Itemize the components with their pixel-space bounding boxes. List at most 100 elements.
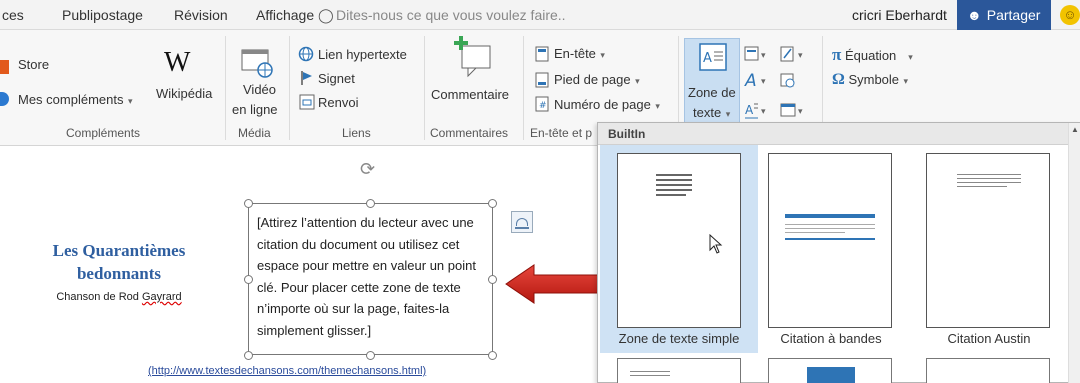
feedback-smiley-icon[interactable]: ☺: [1060, 5, 1080, 25]
resize-handle[interactable]: [244, 275, 253, 284]
gallery-item-label: Citation Austin: [947, 331, 1031, 346]
svg-text:A: A: [745, 103, 754, 117]
commentaire-button[interactable]: Commentaire: [431, 87, 509, 102]
scroll-up-icon[interactable]: ▲: [1071, 125, 1079, 134]
text-box-gallery: BuiltIn Zone de texte simple Citation à …: [597, 122, 1080, 383]
thumbnail-line: [656, 174, 692, 176]
pied-de-page-label: Pied de page: [554, 72, 631, 87]
video-label-1[interactable]: Vidéo: [243, 82, 276, 97]
thumbnail-line: [957, 182, 1021, 183]
document-page: Les Quarantièmes bedonnants Chanson de R…: [0, 147, 601, 383]
layout-options-icon[interactable]: [511, 211, 533, 233]
svg-text:▾: ▾: [798, 51, 803, 61]
thumbnail-row2-3[interactable]: [926, 358, 1050, 383]
group-label-commentaires: Commentaires: [430, 126, 509, 140]
pi-icon: π: [832, 45, 842, 64]
gallery-item-label: Citation à bandes: [780, 331, 882, 346]
thumbnail-line: [957, 178, 1021, 179]
symbole-button[interactable]: Ω Symbole ▾: [832, 71, 908, 89]
gallery-item-citation-a-bandes[interactable]: Citation à bandes: [760, 145, 918, 353]
signet-button[interactable]: Signet: [318, 71, 355, 86]
pied-de-page-button[interactable]: Pied de page ▾: [554, 72, 640, 87]
online-video-icon: [241, 49, 273, 78]
thumbnail-line: [785, 232, 845, 233]
rotate-handle-icon[interactable]: ⟳: [360, 159, 378, 181]
svg-text:A: A: [703, 51, 712, 66]
svg-text:▾: ▾: [761, 77, 766, 87]
hyperlink-globe-icon: [298, 46, 314, 62]
source-link[interactable]: (http://www.textesdechansons.com/themech…: [148, 365, 426, 377]
chevron-down-icon: ▾: [632, 76, 640, 86]
renvoi-button[interactable]: Renvoi: [318, 95, 358, 110]
subtitle-prefix: Chanson de Rod: [56, 291, 142, 303]
zone-label-2-text: texte: [693, 105, 722, 120]
svg-text:▾: ▾: [761, 107, 766, 117]
resize-handle[interactable]: [366, 351, 375, 360]
thumbnail-line: [656, 189, 692, 191]
group-label-media: Média: [238, 126, 271, 140]
resize-handle[interactable]: [488, 351, 497, 360]
song-title-line-1: Les Quarantièmes: [52, 241, 186, 260]
numero-de-page-label: Numéro de page: [554, 97, 651, 112]
tab-publipostage[interactable]: Publipostage: [62, 7, 143, 23]
numero-de-page-button[interactable]: Numéro de page ▾: [554, 97, 660, 112]
addins-icon: [0, 92, 9, 106]
wikipedia-button[interactable]: Wikipédia: [156, 86, 212, 101]
tab-references[interactable]: ces: [2, 7, 24, 23]
group-separator: [225, 36, 226, 140]
gallery-scrollbar[interactable]: ▲: [1068, 123, 1080, 383]
thumbnail-line: [630, 375, 670, 376]
equation-button[interactable]: π Équation ▾: [832, 45, 913, 65]
tab-affichage[interactable]: Affichage: [256, 7, 314, 23]
resize-handle[interactable]: [244, 199, 253, 208]
mes-complements-label: Mes compléments: [18, 92, 124, 107]
lightbulb-icon: ◯: [318, 7, 334, 23]
thumbnail-line: [785, 224, 875, 225]
en-tete-button[interactable]: En-tête ▾: [554, 46, 605, 61]
thumbnail-row2-1[interactable]: [617, 358, 741, 383]
share-button[interactable]: ☻ Partager: [957, 0, 1051, 30]
omega-icon: Ω: [832, 71, 845, 88]
resize-handle[interactable]: [244, 351, 253, 360]
thumbnail-line: [957, 186, 1007, 187]
text-box-content[interactable]: [Attirez l’attention du lecteur avec une…: [257, 212, 489, 341]
video-label-2[interactable]: en ligne: [232, 102, 278, 117]
tell-me-box[interactable]: ◯ Dites-nous ce que vous voulez faire..: [318, 7, 566, 24]
zone-de-texte-button[interactable]: A Zone de texte ▾: [684, 38, 740, 124]
lien-hypertexte-button[interactable]: Lien hypertexte: [318, 47, 407, 62]
tab-revision[interactable]: Révision: [174, 7, 228, 23]
svg-text:A: A: [744, 71, 757, 91]
chevron-down-icon: ▾: [901, 76, 909, 86]
thumbnail-band: [807, 367, 855, 383]
song-title-line-2: bedonnants: [76, 264, 162, 283]
group-separator: [523, 36, 524, 140]
group-label-complements: Compléments: [66, 126, 141, 140]
equation-label: Équation: [844, 48, 897, 63]
chevron-down-icon: ▾: [908, 52, 913, 62]
store-button[interactable]: Store: [18, 57, 49, 72]
mes-complements-button[interactable]: Mes compléments ▾: [18, 92, 133, 107]
en-tete-label: En-tête: [554, 46, 596, 61]
page-number-icon: #: [535, 96, 549, 112]
resize-handle[interactable]: [488, 275, 497, 284]
resize-handle[interactable]: [488, 199, 497, 208]
word-window: ces Publipostage Révision Affichage ◯ Dit…: [0, 0, 1080, 383]
gallery-item-citation-austin[interactable]: Citation Austin: [918, 145, 1076, 353]
red-arrow-icon: [505, 264, 601, 304]
gallery-item-label: Zone de texte simple: [618, 331, 740, 346]
insert-objects-icons: ▾ ▾: [780, 46, 803, 117]
thumbnail-row2-2[interactable]: [768, 358, 892, 383]
thumbnail-line: [656, 184, 692, 186]
gallery-item-zone-de-texte-simple[interactable]: Zone de texte simple: [600, 145, 758, 353]
resize-handle[interactable]: [366, 199, 375, 208]
user-name[interactable]: cricri Eberhardt: [852, 7, 947, 23]
chevron-down-icon: ▾: [125, 96, 133, 106]
ribbon-tab-bar: ces Publipostage Révision Affichage ◯ Dit…: [0, 0, 1080, 30]
chevron-down-icon: ▾: [723, 109, 731, 119]
thumbnail-band: [785, 214, 875, 218]
thumbnail-bandes: [768, 153, 892, 328]
svg-text:▾: ▾: [761, 51, 766, 61]
symbole-label: Symbole: [848, 72, 900, 87]
wikipedia-icon: W: [164, 47, 191, 78]
text-box[interactable]: [Attirez l’attention du lecteur avec une…: [248, 203, 493, 355]
